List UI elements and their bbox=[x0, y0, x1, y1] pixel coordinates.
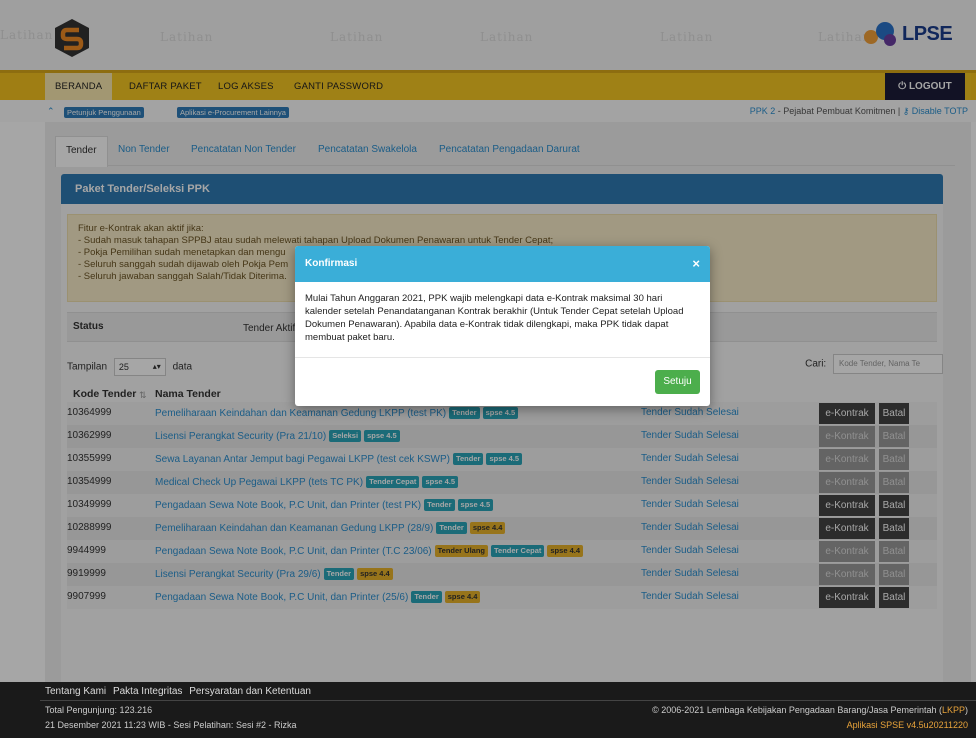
copyright-text: © 2006-2021 Lembaga Kebijakan Pengadaan … bbox=[652, 705, 942, 715]
copyright-end: ) bbox=[965, 705, 968, 715]
footer-link-tentang[interactable]: Tentang Kami bbox=[45, 686, 106, 697]
app-version: Aplikasi SPSE v4.5u20211220 bbox=[846, 720, 968, 730]
copyright: © 2006-2021 Lembaga Kebijakan Pengadaan … bbox=[652, 705, 968, 715]
lkpp-link[interactable]: LKPP bbox=[942, 705, 965, 715]
footer-links: Tentang Kami Pakta Integritas Persyarata… bbox=[45, 686, 315, 697]
close-icon[interactable]: × bbox=[692, 246, 700, 282]
site-footer: Tentang Kami Pakta Integritas Persyarata… bbox=[0, 682, 976, 738]
modal-header: Konfirmasi × bbox=[295, 246, 710, 282]
setuju-button[interactable]: Setuju bbox=[655, 370, 700, 394]
modal-title: Konfirmasi bbox=[305, 258, 358, 269]
session-info: 21 Desember 2021 11:23 WIB - Sesi Pelati… bbox=[45, 720, 297, 730]
confirm-modal: Konfirmasi × Mulai Tahun Anggaran 2021, … bbox=[295, 246, 710, 406]
footer-divider bbox=[40, 700, 976, 701]
footer-link-persyaratan[interactable]: Persyaratan dan Ketentuan bbox=[189, 686, 311, 697]
footer-link-pakta[interactable]: Pakta Integritas bbox=[113, 686, 182, 697]
modal-body: Mulai Tahun Anggaran 2021, PPK wajib mel… bbox=[295, 282, 710, 358]
visitor-count: Total Pengunjung: 123.216 bbox=[45, 705, 153, 715]
